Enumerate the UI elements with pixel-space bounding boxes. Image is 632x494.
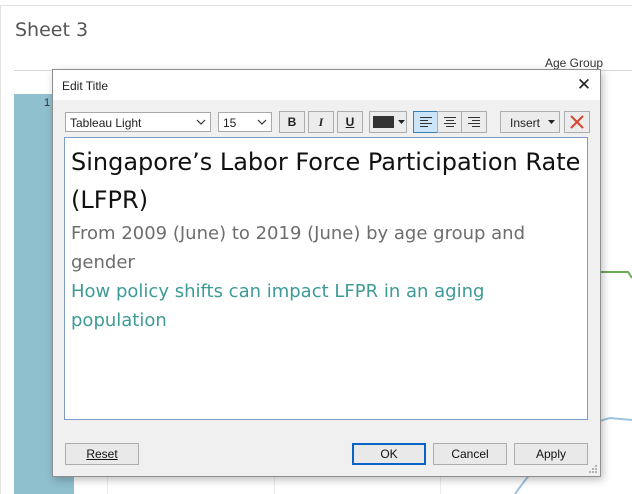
text-color-swatch — [373, 116, 394, 128]
underline-button[interactable]: U — [337, 111, 363, 133]
align-center-button[interactable] — [437, 111, 463, 133]
align-right-button[interactable] — [461, 111, 487, 133]
apply-button[interactable]: Apply — [514, 443, 588, 465]
resize-grip-icon[interactable] — [588, 464, 598, 474]
italic-button[interactable]: I — [308, 111, 334, 133]
cancel-button[interactable]: Cancel — [433, 443, 507, 465]
align-right-icon — [468, 117, 480, 127]
clear-formatting-icon — [570, 115, 584, 129]
clear-formatting-button[interactable] — [564, 111, 590, 133]
align-center-icon — [444, 117, 456, 127]
title-text-editor[interactable]: Singapore’s Labor Force Participation Ra… — [64, 137, 588, 420]
reset-label: Reset — [86, 447, 118, 461]
text-color-picker[interactable] — [369, 111, 407, 133]
chevron-down-icon — [196, 119, 206, 125]
reset-button[interactable]: Reset — [65, 443, 139, 465]
insert-label: Insert — [510, 116, 541, 130]
bold-button[interactable]: B — [279, 111, 305, 133]
close-icon[interactable]: ✕ — [574, 76, 594, 94]
subtitle-text: From 2009 (June) to 2019 (June) by age g… — [71, 223, 526, 273]
caret-down-icon — [398, 120, 405, 124]
tagline-text: How policy shifts can impact LFPR in an … — [71, 281, 485, 331]
font-family-value: Tableau Light — [70, 116, 142, 130]
title-text: Singapore’s Labor Force Participation Ra… — [71, 148, 581, 214]
align-left-button[interactable] — [413, 111, 439, 133]
font-family-select[interactable]: Tableau Light — [65, 112, 211, 132]
green-series-line — [598, 271, 632, 279]
align-left-icon — [420, 117, 432, 127]
dialog-title: Edit Title — [62, 79, 109, 93]
font-size-value: 15 — [223, 116, 237, 130]
insert-button[interactable]: Insert — [500, 111, 560, 133]
caret-down-icon — [548, 120, 555, 124]
ok-button[interactable]: OK — [352, 443, 426, 465]
chevron-down-icon — [257, 119, 267, 125]
font-size-select[interactable]: 15 — [218, 112, 272, 132]
dialog-titlebar[interactable]: Edit Title ✕ — [53, 70, 600, 100]
edit-title-dialog: Edit Title ✕ Tableau Light 15 B I U Inse… — [52, 69, 601, 477]
